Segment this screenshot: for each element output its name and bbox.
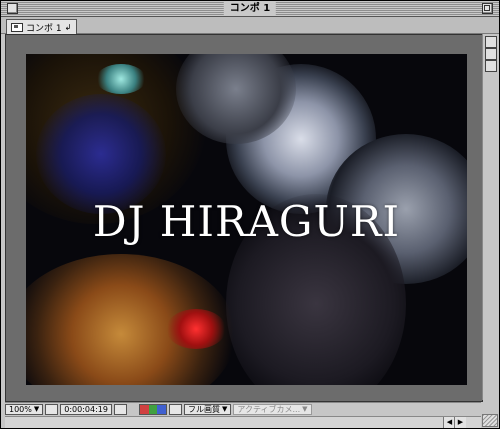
composition-icon bbox=[11, 22, 23, 32]
horizontal-scrollbar[interactable]: ◀ ▶ bbox=[5, 416, 481, 428]
zoom-value: 100% bbox=[9, 405, 32, 414]
viewer-status-bar: 100% ▼ 0:00:04:19 フル画質 ▼ アクティブカメ... ▼ bbox=[5, 402, 481, 416]
resolution-value: フル画質 bbox=[187, 405, 220, 414]
tab-close-glyph[interactable]: ↲ bbox=[65, 23, 72, 32]
flowchart-button[interactable] bbox=[485, 36, 497, 48]
photo-cyan-light bbox=[96, 64, 146, 94]
photo-blue-lights bbox=[36, 94, 166, 214]
timecode-value: 0:00:04:19 bbox=[64, 405, 108, 414]
viewer-side-controls bbox=[482, 34, 498, 400]
close-box-icon[interactable] bbox=[7, 3, 18, 14]
scroll-right-icon[interactable]: ▶ bbox=[454, 417, 466, 428]
tab-label: コンポ 1 bbox=[26, 23, 62, 34]
chevron-down-icon: ▼ bbox=[33, 405, 40, 413]
panel-menu-button[interactable] bbox=[485, 48, 497, 60]
resolution-menu[interactable]: フル画質 ▼ bbox=[183, 404, 232, 415]
show-snapshot-icon[interactable] bbox=[129, 404, 137, 415]
channel-toggle-icon[interactable] bbox=[138, 404, 167, 415]
photo-red-light bbox=[166, 309, 226, 349]
composition-frame: DJ HIRAGURI bbox=[26, 54, 467, 385]
composition-viewer[interactable]: DJ HIRAGURI bbox=[5, 34, 483, 402]
camera-value: アクティブカメ... bbox=[237, 405, 301, 414]
composition-window: コンポ 1 コンポ 1 ↲ DJ HIRAGURI 100% ▼ 0:00:04… bbox=[0, 0, 500, 429]
snapshot-camera-icon[interactable] bbox=[113, 404, 127, 415]
tab-bar: コンポ 1 ↲ bbox=[1, 17, 499, 34]
window-title: コンポ 1 bbox=[223, 1, 277, 16]
camera-menu[interactable]: アクティブカメ... ▼ bbox=[233, 404, 312, 415]
timecode-field[interactable]: 0:00:04:19 bbox=[60, 404, 112, 415]
tab-composition[interactable]: コンポ 1 ↲ bbox=[6, 19, 78, 34]
chevron-down-icon: ▼ bbox=[221, 405, 228, 413]
safe-margins-icon[interactable] bbox=[45, 404, 59, 415]
resize-grip-icon[interactable] bbox=[482, 414, 498, 427]
zoom-box-icon[interactable] bbox=[482, 3, 493, 14]
overlay-text: DJ HIRAGURI bbox=[92, 197, 401, 246]
title-bar[interactable]: コンポ 1 bbox=[1, 1, 499, 17]
magnification-menu[interactable]: 100% ▼ bbox=[5, 404, 44, 415]
scroll-up-button[interactable] bbox=[485, 60, 497, 72]
region-of-interest-icon[interactable] bbox=[168, 404, 182, 415]
chevron-down-icon: ▼ bbox=[302, 405, 308, 413]
